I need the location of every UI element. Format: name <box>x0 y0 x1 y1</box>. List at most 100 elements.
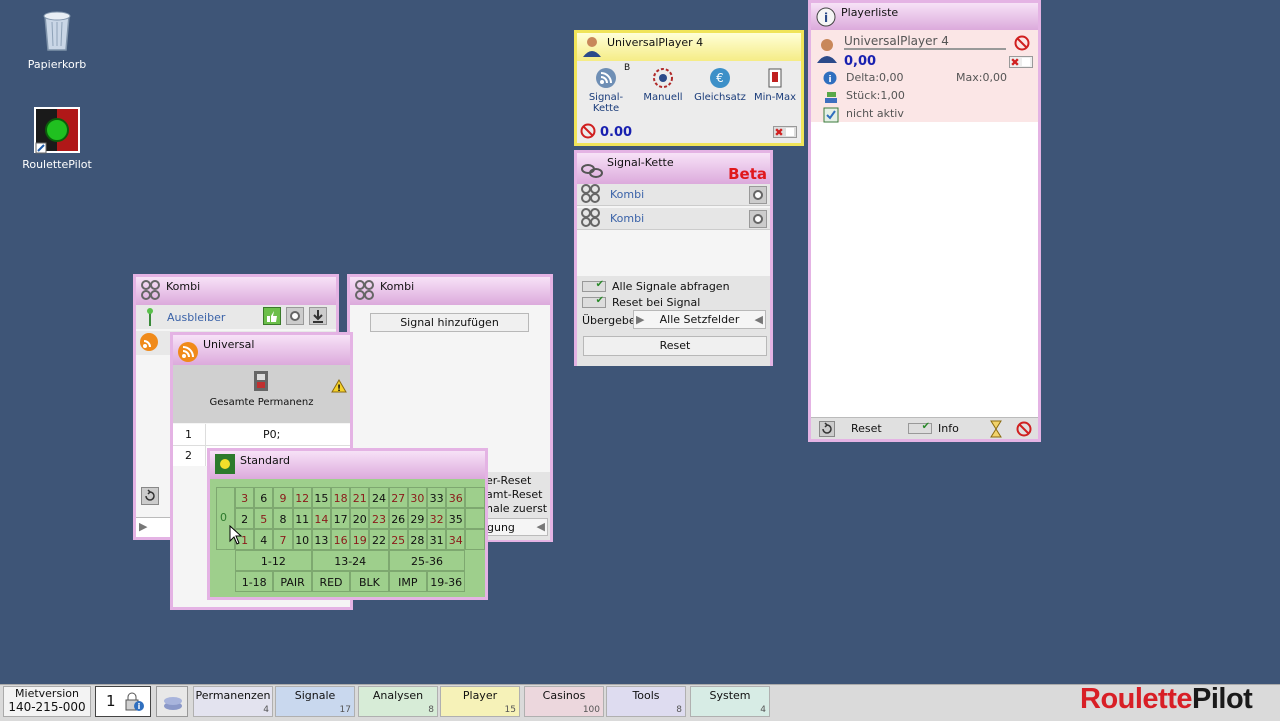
number-cell[interactable]: 3 <box>235 487 255 508</box>
permanenz-row[interactable]: 1 P0; <box>173 424 350 446</box>
uebergabe-selector[interactable]: ▶ Alle Setzfelder ◀ <box>633 310 766 329</box>
number-cell[interactable]: 10 <box>292 529 312 550</box>
settings-gear-icon[interactable] <box>749 186 767 207</box>
session-counter[interactable]: 1 i <box>95 686 151 717</box>
number-cell[interactable]: 24 <box>369 487 389 508</box>
alle-signale-checkbox[interactable]: Alle Signale abfragen <box>582 279 730 293</box>
number-cell[interactable]: 13 <box>311 529 331 550</box>
dozen-cell[interactable]: 25-36 <box>388 550 466 571</box>
number-cell[interactable]: 15 <box>311 487 331 508</box>
manuell-tool[interactable]: Manuell <box>635 61 691 121</box>
stop-icon[interactable] <box>1014 35 1030 54</box>
tab-permanenzen[interactable]: Permanenzen 4 <box>193 686 273 717</box>
settings-gear-icon[interactable] <box>749 210 767 231</box>
number-cell[interactable]: 16 <box>331 529 351 550</box>
arrow-left-icon[interactable]: ◀ <box>537 520 545 533</box>
refresh-icon[interactable] <box>141 487 159 508</box>
player-close-checkbox[interactable]: ✖ <box>773 126 797 141</box>
reset-button[interactable]: Reset <box>583 336 767 356</box>
number-cell[interactable]: 36 <box>446 487 466 508</box>
dozen-cell[interactable]: 1-12 <box>235 550 312 571</box>
kombi-1-titlebar[interactable]: Kombi <box>136 277 336 305</box>
stop-icon[interactable] <box>580 123 596 142</box>
chance-cell[interactable]: 19-36 <box>427 571 466 592</box>
chips-button[interactable] <box>156 686 188 717</box>
number-cell[interactable]: 22 <box>369 529 389 550</box>
number-cell[interactable]: 18 <box>331 487 351 508</box>
refresh-icon[interactable] <box>819 421 835 440</box>
signal-kette-tool[interactable]: B Signal- Kette <box>577 61 635 121</box>
stack-icon <box>823 89 839 108</box>
number-cell[interactable]: 25 <box>388 529 408 550</box>
number-cell[interactable]: 35 <box>446 508 466 529</box>
chance-cell[interactable]: BLK <box>350 571 389 592</box>
tab-signale[interactable]: Signale 17 <box>275 686 355 717</box>
number-cell[interactable]: 34 <box>446 529 466 550</box>
info-checkbox[interactable] <box>908 421 932 434</box>
number-cell[interactable]: 6 <box>254 487 274 508</box>
column-bet-cell[interactable] <box>465 529 485 550</box>
number-cell[interactable]: 4 <box>254 529 274 550</box>
chance-cell[interactable]: 1-18 <box>235 571 274 592</box>
number-cell[interactable]: 7 <box>273 529 293 550</box>
svg-text:i: i <box>828 75 831 85</box>
gleichsatz-tool[interactable]: € Gleichsatz <box>691 61 749 121</box>
recycle-bin-desktop-icon[interactable]: Papierkorb <box>17 6 97 71</box>
remove-player-icon[interactable]: ✖ <box>1009 56 1033 71</box>
number-cell[interactable]: 32 <box>427 508 447 529</box>
column-bet-cell[interactable] <box>465 487 485 508</box>
playerliste-titlebar[interactable]: i Playerliste <box>811 3 1038 30</box>
standard-titlebar[interactable]: Standard <box>210 451 485 479</box>
number-cell[interactable]: 9 <box>273 487 293 508</box>
settings-gear-icon[interactable] <box>286 307 304 328</box>
tab-tools[interactable]: Tools 8 <box>606 686 686 717</box>
number-cell[interactable]: 28 <box>407 529 427 550</box>
dozen-cell[interactable]: 13-24 <box>311 550 389 571</box>
number-cell[interactable]: 5 <box>254 508 274 529</box>
number-cell[interactable]: 12 <box>292 487 312 508</box>
number-cell[interactable]: 30 <box>407 487 427 508</box>
number-cell[interactable]: 23 <box>369 508 389 529</box>
player-entry[interactable]: UniversalPlayer 4 0,00 ✖ i Delta:0,00 Ma… <box>811 30 1038 123</box>
partial-selector[interactable]: gung ◀ <box>486 518 548 536</box>
number-cell[interactable]: 17 <box>331 508 351 529</box>
number-cell[interactable]: 33 <box>427 487 447 508</box>
roulettepilot-desktop-icon[interactable]: RoulettePilot <box>17 106 97 171</box>
chance-cell[interactable]: PAIR <box>273 571 312 592</box>
universal-titlebar[interactable]: Universal <box>173 335 350 365</box>
signal-kette-titlebar[interactable]: Signal-Kette Beta <box>577 153 770 184</box>
number-cell[interactable]: 21 <box>350 487 370 508</box>
stop-icon[interactable] <box>1016 421 1032 440</box>
download-icon[interactable] <box>309 307 327 328</box>
number-cell[interactable]: 11 <box>292 508 312 529</box>
number-cell[interactable]: 26 <box>388 508 408 529</box>
number-cell[interactable]: 19 <box>350 529 370 550</box>
player-window-titlebar[interactable]: UniversalPlayer 4 <box>577 33 801 61</box>
hourglass-icon[interactable] <box>988 420 1004 441</box>
add-signal-button[interactable]: Signal hinzufügen <box>370 313 529 332</box>
number-cell[interactable]: 31 <box>427 529 447 550</box>
tab-player[interactable]: Player 15 <box>440 686 520 717</box>
ausbleiber-row[interactable]: Ausbleiber <box>136 305 336 329</box>
thumbs-up-icon[interactable] <box>263 307 281 328</box>
kombi-item[interactable]: Kombi <box>577 208 770 230</box>
arrow-right-icon[interactable]: ▶ <box>636 311 644 328</box>
number-cell[interactable]: 20 <box>350 508 370 529</box>
number-cell[interactable]: 27 <box>388 487 408 508</box>
kombi-2-titlebar[interactable]: Kombi <box>350 277 550 305</box>
tab-analysen[interactable]: Analysen 8 <box>358 686 438 717</box>
column-bet-cell[interactable] <box>465 508 485 529</box>
number-cell[interactable]: 14 <box>311 508 331 529</box>
reset-bei-signal-checkbox[interactable]: Reset bei Signal <box>582 295 700 309</box>
playerliste-reset-button[interactable]: Reset <box>851 422 882 435</box>
number-cell[interactable]: 29 <box>407 508 427 529</box>
tab-casinos[interactable]: Casinos 100 <box>524 686 604 717</box>
min-max-tool[interactable]: Min-Max <box>749 61 801 121</box>
number-cell[interactable]: 8 <box>273 508 293 529</box>
kombi-item[interactable]: Kombi <box>577 184 770 206</box>
tab-system[interactable]: System 4 <box>690 686 770 717</box>
chance-cell[interactable]: IMP <box>388 571 427 592</box>
arrow-left-icon[interactable]: ◀ <box>755 311 763 328</box>
arrow-right-icon[interactable]: ▶ <box>139 520 147 533</box>
chance-cell[interactable]: RED <box>311 571 351 592</box>
